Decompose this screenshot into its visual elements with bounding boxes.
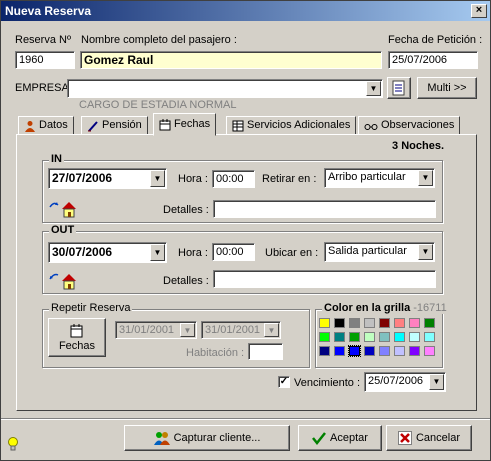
pasajero-label: Nombre completo del pasajero : [81, 34, 237, 46]
empresa-label: EMPRESA : [15, 82, 75, 94]
out-ubicar-select[interactable]: Salida particular ▼ [324, 242, 435, 262]
color-swatch[interactable] [424, 318, 435, 328]
fechas-panel: 3 Noches. IN 27/07/2006 ▼ Hora : 00:00 R… [16, 134, 477, 411]
cancel-x-icon [397, 431, 412, 445]
out-date-picker[interactable]: 30/07/2006 ▼ [48, 242, 167, 263]
capturar-cliente-button[interactable]: Capturar cliente... [124, 425, 290, 451]
in-detalles-field[interactable] [213, 200, 436, 218]
repetir-title: Repetir Reserva [49, 302, 133, 314]
color-swatch[interactable] [349, 332, 360, 342]
in-retirar-label: Retirar en : [262, 173, 317, 185]
color-swatch[interactable] [409, 318, 420, 328]
in-title: IN [49, 153, 64, 165]
empresa-select[interactable]: ▼ [67, 79, 383, 98]
reserva-number-field[interactable]: 1960 [15, 51, 75, 69]
out-detalles-field[interactable] [213, 270, 436, 288]
multi-button[interactable]: Multi >> [417, 77, 477, 99]
color-swatch[interactable] [424, 346, 435, 356]
calendar-icon [159, 118, 171, 130]
calendar-icon [70, 323, 83, 337]
cargo-text: CARGO DE ESTADIA NORMAL [79, 99, 237, 111]
close-button[interactable]: × [471, 4, 487, 18]
color-swatch[interactable] [319, 318, 330, 328]
color-swatch[interactable] [334, 332, 345, 342]
out-hora-label: Hora : [178, 247, 208, 259]
color-swatch[interactable] [424, 332, 435, 342]
in-hora-field[interactable]: 00:00 [212, 170, 255, 188]
aceptar-button[interactable]: Aceptar [298, 425, 382, 451]
reserva-label: Reserva Nº [15, 34, 71, 46]
checkmark-icon [312, 432, 327, 445]
color-swatch[interactable] [394, 332, 405, 342]
color-swatch[interactable] [409, 346, 420, 356]
chevron-down-icon[interactable]: ▼ [150, 244, 165, 261]
tab-fechas[interactable]: Fechas [153, 113, 217, 136]
color-group-title: Color en la grilla -16711 [322, 302, 449, 314]
depart-home-icon[interactable] [48, 271, 78, 291]
chevron-down-icon[interactable]: ▼ [429, 374, 444, 390]
color-swatch[interactable] [319, 346, 330, 356]
color-swatch[interactable] [334, 318, 345, 328]
color-swatch[interactable] [379, 318, 390, 328]
color-swatch[interactable] [364, 332, 375, 342]
chevron-down-icon[interactable]: ▼ [366, 81, 381, 96]
pen-icon [88, 120, 98, 132]
color-swatch[interactable] [319, 332, 330, 342]
color-swatch[interactable] [394, 346, 405, 356]
vencimiento-date-picker[interactable]: 25/07/2006 ▼ [364, 372, 446, 392]
color-swatch[interactable] [379, 346, 390, 356]
repetir-date-to: 31/01/2001 ▼ [201, 321, 281, 339]
users-icon [153, 432, 170, 445]
in-retirar-select[interactable]: Arribo particular ▼ [324, 168, 435, 188]
fecha-peticion-label: Fecha de Petición : [388, 34, 483, 46]
tab-servicios-adicionales[interactable]: Servicios Adicionales [226, 116, 357, 135]
out-title: OUT [49, 224, 77, 236]
color-swatch[interactable] [364, 318, 375, 328]
tab-observaciones[interactable]: Observaciones [358, 116, 461, 135]
out-detalles-label: Detalles : [163, 275, 209, 287]
out-hora-field[interactable]: 00:00 [212, 243, 255, 261]
reserva-dialog: Nueva Reserva × Reserva Nº 1960 Nombre c… [0, 0, 491, 461]
in-date-picker[interactable]: 27/07/2006 ▼ [48, 168, 167, 189]
out-ubicar-label: Ubicar en : [265, 247, 319, 259]
cancelar-button[interactable]: Cancelar [386, 425, 472, 451]
color-swatch[interactable] [334, 346, 345, 356]
vencimiento-label: Vencimiento : [294, 377, 361, 389]
repetir-date-from: 31/01/2001 ▼ [115, 321, 197, 339]
chevron-down-icon: ▼ [264, 323, 279, 337]
vencimiento-checkbox[interactable]: ✓ [278, 376, 290, 388]
fecha-peticion-field[interactable]: 25/07/2006 [388, 51, 478, 69]
arrive-home-icon[interactable] [48, 199, 78, 219]
fechas-button[interactable]: Fechas [48, 318, 106, 357]
pasajero-name-field[interactable]: Gomez Raul [80, 51, 382, 69]
color-swatch[interactable] [349, 318, 360, 328]
chevron-down-icon[interactable]: ▼ [150, 170, 165, 187]
window-title: Nueva Reserva [5, 4, 92, 18]
in-detalles-label: Detalles : [163, 204, 209, 216]
color-swatch[interactable] [379, 332, 390, 342]
person-icon [25, 120, 35, 132]
noches-count: 3 Noches. [392, 140, 444, 152]
document-icon [392, 80, 405, 96]
glasses-icon [364, 123, 378, 130]
empresa-document-button[interactable] [387, 77, 411, 99]
color-swatch[interactable] [409, 332, 420, 342]
in-hora-label: Hora : [178, 173, 208, 185]
grid-icon [232, 120, 244, 131]
chevron-down-icon[interactable]: ▼ [418, 170, 433, 186]
habitacion-label: Habitación : [186, 347, 245, 359]
color-swatch-grid [319, 318, 439, 362]
lightbulb-icon [8, 437, 18, 451]
footer-separator [1, 418, 490, 420]
title-bar[interactable]: Nueva Reserva × [1, 1, 490, 21]
tab-datos[interactable]: Datos [18, 116, 74, 135]
chevron-down-icon[interactable]: ▼ [418, 244, 433, 260]
habitacion-field[interactable] [248, 343, 283, 360]
color-swatch[interactable] [364, 346, 375, 356]
color-swatch[interactable] [394, 318, 405, 328]
tab-pension[interactable]: Pensión [81, 116, 148, 135]
chevron-down-icon: ▼ [180, 323, 195, 337]
color-swatch[interactable] [348, 345, 361, 357]
